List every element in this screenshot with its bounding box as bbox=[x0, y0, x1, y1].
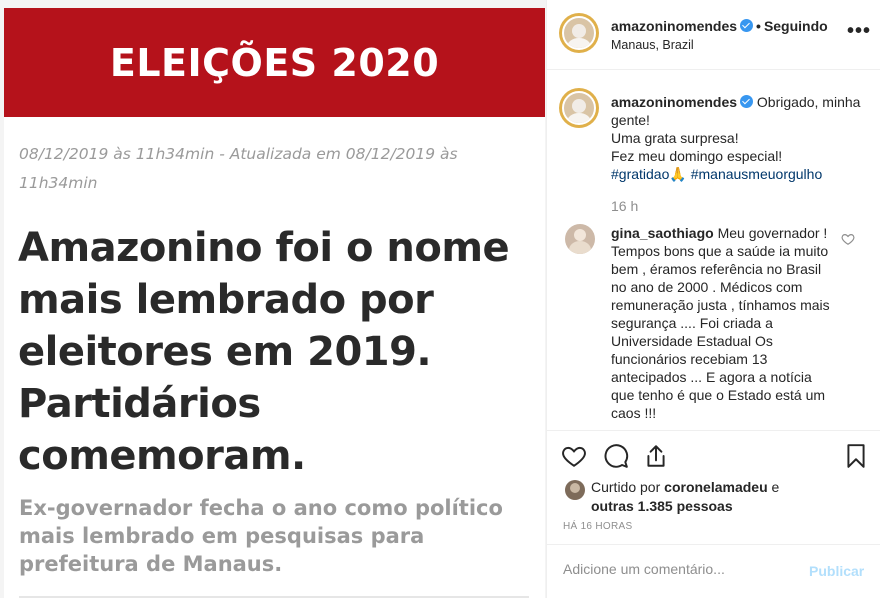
caption-avatar[interactable] bbox=[559, 88, 599, 128]
liker-avatar[interactable] bbox=[565, 480, 585, 500]
likes-and: e bbox=[771, 479, 780, 495]
commenter-username[interactable]: gina_saothiago bbox=[611, 225, 714, 241]
share-icon[interactable] bbox=[643, 443, 669, 469]
commenter-avatar[interactable] bbox=[565, 224, 595, 254]
post-image[interactable]: ELEIÇÕES 2020 08/12/2019 às 11h34min - A… bbox=[0, 0, 546, 598]
article-subhead: Ex-governador fecha o ano como político … bbox=[19, 496, 503, 576]
verified-icon bbox=[740, 19, 754, 32]
post-sidebar: amazoninomendes • Seguindo Manaus, Brazil … bbox=[546, 0, 880, 598]
comment-heart-icon[interactable] bbox=[841, 232, 855, 246]
post-actions bbox=[547, 430, 880, 480]
more-icon[interactable]: ••• bbox=[847, 20, 871, 43]
comment-text: gina_saothiago Meu governador ! Tempos b… bbox=[611, 224, 833, 422]
likes-text: Curtido por coronelamadeu e outras 1.385… bbox=[591, 478, 871, 516]
article-dateline: 08/12/2019 às 11h34min - Atualizada em 0… bbox=[19, 145, 458, 192]
news-article-card: ELEIÇÕES 2020 08/12/2019 às 11h34min - A… bbox=[4, 8, 545, 598]
caption-line-2: Uma grata surpresa! bbox=[611, 130, 739, 146]
banner-title: ELEIÇÕES 2020 bbox=[109, 40, 440, 85]
post-location[interactable]: Manaus, Brazil bbox=[611, 38, 694, 52]
caption-text: amazoninomendes Obrigado, minha gente! U… bbox=[611, 93, 871, 183]
caption-time: 16 h bbox=[611, 198, 639, 214]
hashtag-manausmeuorgulho[interactable]: #manausmeuorgulho bbox=[691, 166, 823, 182]
liker-username[interactable]: coronelamadeu bbox=[664, 479, 767, 495]
comment-body: Meu governador ! Tempos bons que a saúde… bbox=[611, 225, 830, 421]
author-line: amazoninomendes • Seguindo bbox=[611, 18, 828, 34]
separator-dot: • bbox=[756, 18, 761, 34]
following-button[interactable]: Seguindo bbox=[764, 18, 828, 34]
caption-line-3: Fez meu domingo especial! bbox=[611, 148, 783, 164]
likes-prefix: Curtido por bbox=[591, 479, 661, 495]
article-headline: Amazonino foi o nome mais lembrado por e… bbox=[18, 225, 510, 479]
article-banner: ELEIÇÕES 2020 bbox=[4, 8, 545, 117]
author-username[interactable]: amazoninomendes bbox=[611, 18, 737, 34]
heart-icon[interactable] bbox=[561, 443, 587, 469]
comment-box: Publicar bbox=[547, 544, 880, 598]
post-comment-button[interactable]: Publicar bbox=[809, 563, 864, 579]
post-header: amazoninomendes • Seguindo Manaus, Brazil … bbox=[547, 0, 880, 70]
likes-count[interactable]: outras 1.385 pessoas bbox=[591, 498, 733, 514]
post-timestamp[interactable]: HÁ 16 HORAS bbox=[563, 521, 632, 532]
hashtag-gratidao[interactable]: #gratidao🙏 bbox=[611, 166, 687, 182]
comment-icon[interactable] bbox=[603, 443, 629, 469]
comment-input[interactable] bbox=[563, 561, 793, 577]
caption-username[interactable]: amazoninomendes bbox=[611, 94, 737, 110]
verified-icon bbox=[740, 95, 754, 108]
bookmark-icon[interactable] bbox=[843, 443, 869, 469]
author-avatar[interactable] bbox=[559, 13, 599, 53]
